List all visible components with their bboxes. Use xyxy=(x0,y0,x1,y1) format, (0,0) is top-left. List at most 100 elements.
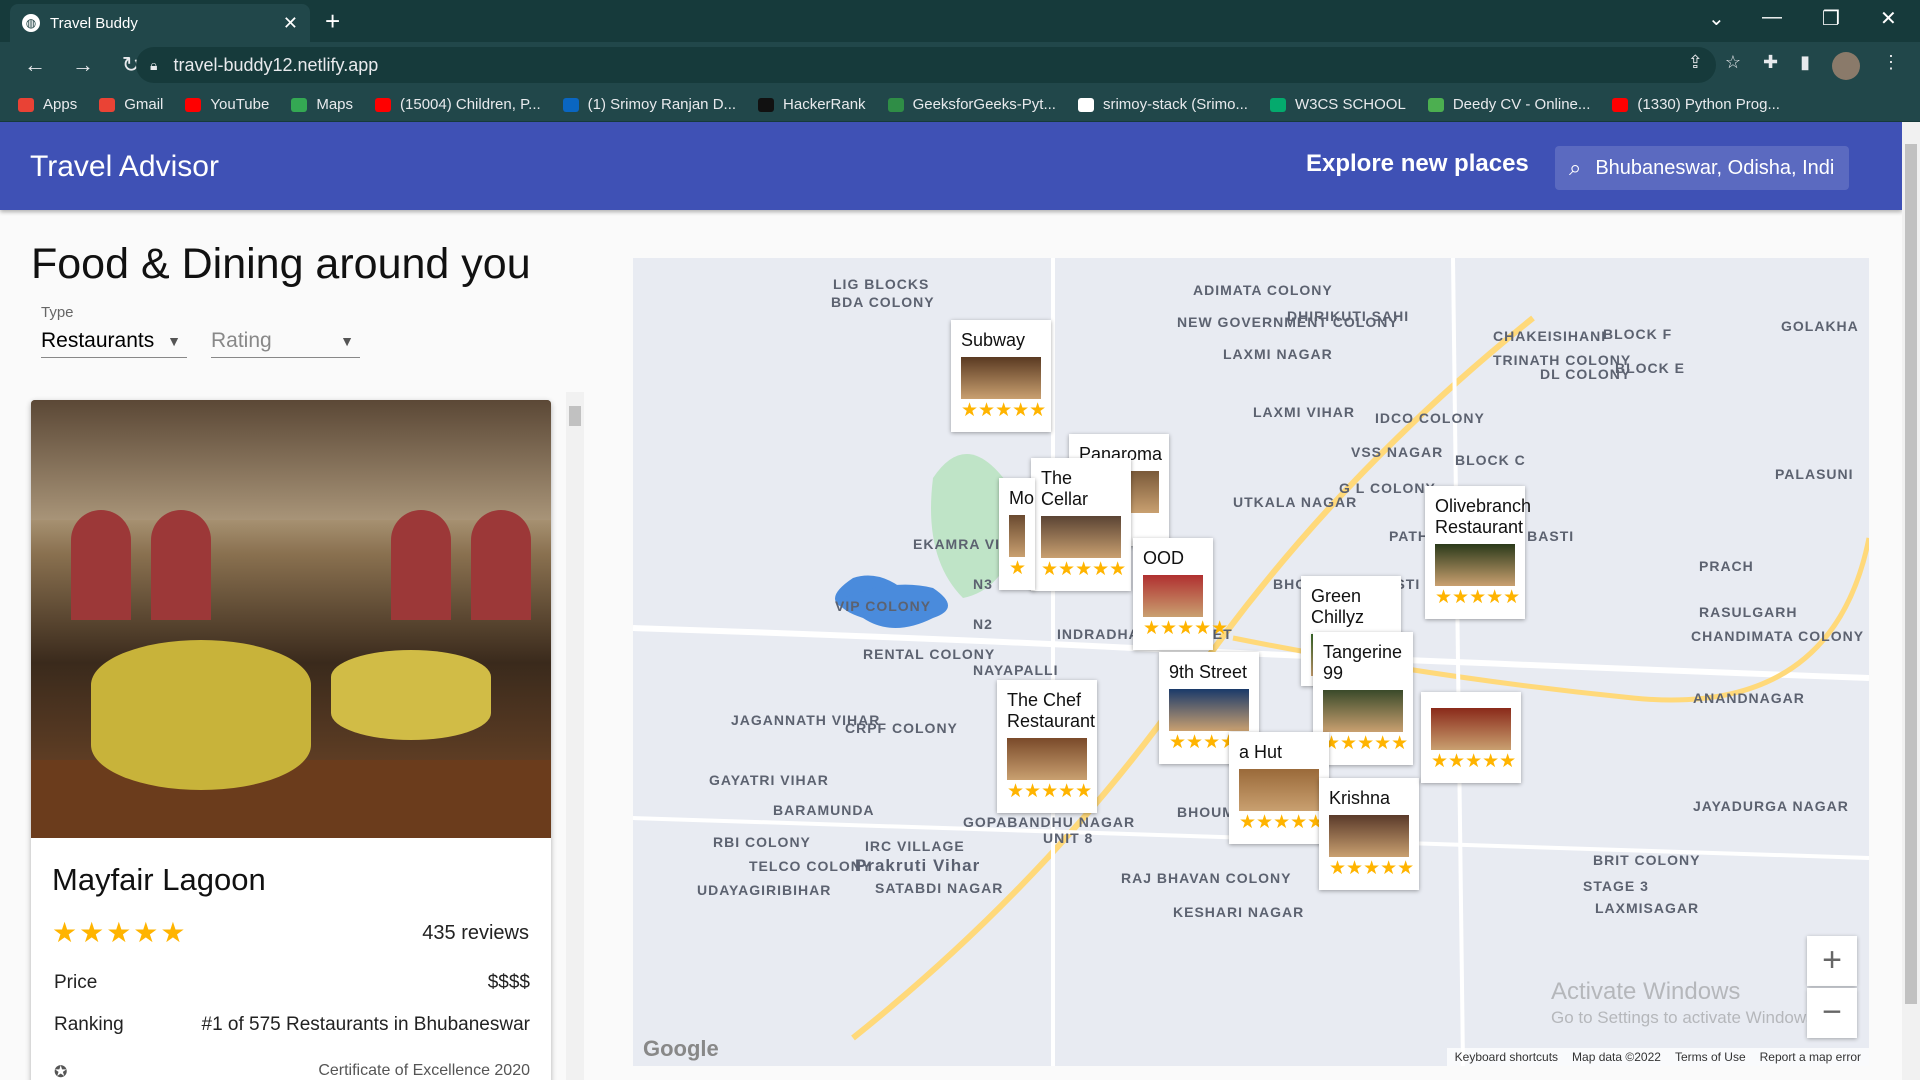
map-place-pin[interactable]: Olivebranch Restaurant ★★★★★ xyxy=(1425,486,1531,619)
explore-label: Explore new places xyxy=(1306,150,1529,177)
bookmarks-bar: Apps Gmail YouTube Maps (15004) Children, P.… xyxy=(0,88,1920,122)
map-place-pin[interactable]: ★★★★★ xyxy=(1421,692,1521,783)
lock-icon: 🔒︎ xyxy=(150,56,158,73)
search-input[interactable] xyxy=(1595,156,1836,180)
bookmark-icon xyxy=(1269,97,1286,112)
bookmark-item[interactable]: srimoy-stack (Srimo... xyxy=(1077,96,1248,113)
place-card[interactable]: Mayfair Lagoon ★★★★★ 435 reviews Price $… xyxy=(31,400,551,1080)
map-footer-link[interactable]: Keyboard shortcuts xyxy=(1455,1050,1558,1064)
bookmark-item[interactable]: Maps xyxy=(291,96,353,113)
extensions-icon[interactable]: ✚ xyxy=(1763,52,1778,80)
map-area-label: GOLAKHA xyxy=(1781,318,1859,334)
browser-tabstrip: ◍ Travel Buddy ✕ + ⌄ — ❐ ✕ xyxy=(0,0,1920,42)
toolbar-icons: ⇪ ☆ ✚ ▮ ⋮ xyxy=(1688,52,1900,80)
map-area-label: BLOCK E xyxy=(1615,360,1685,376)
tab-title: Travel Buddy xyxy=(50,14,138,32)
zoom-in-button[interactable]: + xyxy=(1807,936,1857,986)
map-place-pin[interactable]: Mo ★ xyxy=(999,478,1035,590)
share-icon[interactable]: ⇪ xyxy=(1688,52,1703,80)
map-footer-link[interactable]: Map data ©2022 xyxy=(1572,1050,1661,1064)
map-area-label: N2 xyxy=(973,616,993,632)
zoom-out-button[interactable]: − xyxy=(1807,988,1857,1038)
map-footer-link[interactable]: Terms of Use xyxy=(1675,1050,1746,1064)
map-footer-link[interactable]: Report a map error xyxy=(1760,1050,1861,1064)
type-label: Type xyxy=(41,304,74,321)
menu-icon[interactable]: ⋮ xyxy=(1882,52,1900,80)
map-area-label: BARAMUNDA xyxy=(773,802,875,818)
close-tab-icon[interactable]: ✕ xyxy=(283,13,298,34)
activation-watermark-sub: Go to Settings to activate Windows. xyxy=(1551,1008,1820,1027)
web-page: Travel Advisor Explore new places ⌕ Food… xyxy=(0,122,1902,1080)
new-tab-button[interactable]: + xyxy=(325,6,340,37)
page-title: Food & Dining around you xyxy=(31,240,531,288)
map-area-label: UTKALA NAGAR xyxy=(1233,494,1358,510)
price-value: $$$$ xyxy=(487,972,530,993)
bookmark-item[interactable]: HackerRank xyxy=(758,96,866,113)
pin-photo xyxy=(1323,690,1403,732)
map[interactable]: Google Activate Windows Go to Settings t… xyxy=(633,258,1869,1066)
map-place-pin[interactable]: Subway ★★★★★ xyxy=(951,320,1051,432)
pin-stars: ★★★★★ xyxy=(1041,559,1127,580)
back-icon[interactable]: ← xyxy=(22,52,48,78)
rating-select[interactable]: Rating ▼ xyxy=(211,324,360,358)
page-scrollbar[interactable] xyxy=(1902,122,1920,1080)
map-place-pin[interactable]: Krishna ★★★★★ xyxy=(1319,778,1419,890)
tab-search-icon[interactable]: ⌄ xyxy=(1708,6,1725,31)
list-scrollbar[interactable] xyxy=(566,392,584,1080)
pin-name: Subway xyxy=(961,330,1026,350)
profile-avatar[interactable] xyxy=(1832,52,1860,80)
map-place-pin[interactable]: The Cellar ★★★★★ xyxy=(1031,458,1131,591)
map-area-label: UDAYAGIRIBIHAR xyxy=(697,882,832,898)
bookmark-label: GeeksforGeeks-Pyt... xyxy=(912,96,1056,113)
pin-photo xyxy=(1431,708,1511,750)
bookmark-item[interactable]: W3CS SCHOOL xyxy=(1269,96,1406,113)
map-area-label: NAYAPALLI xyxy=(973,662,1059,678)
pin-photo xyxy=(1435,544,1515,586)
map-area-label: BRIT COLONY xyxy=(1593,852,1701,868)
pin-stars: ★ xyxy=(1009,558,1027,579)
bookmark-item[interactable]: YouTube xyxy=(185,96,269,113)
bookmark-item[interactable]: (15004) Children, P... xyxy=(375,96,541,113)
bookmark-item[interactable]: Gmail xyxy=(99,96,163,113)
map-place-pin[interactable]: The Chef Restaurant ★★★★★ xyxy=(997,680,1097,813)
bookmark-icon xyxy=(562,97,579,112)
map-place-pin[interactable]: OOD ★★★★★ xyxy=(1133,538,1228,650)
review-count: 435 reviews xyxy=(422,922,529,944)
pin-photo xyxy=(1329,815,1409,857)
type-select[interactable]: Restaurants ▼ xyxy=(41,324,187,358)
ranking-label: Ranking xyxy=(54,1014,124,1035)
forward-icon[interactable]: → xyxy=(70,52,96,78)
bookmark-icon xyxy=(758,97,775,112)
location-search[interactable]: ⌕ xyxy=(1555,146,1849,190)
bookmark-label: W3CS SCHOOL xyxy=(1294,96,1406,113)
pin-photo xyxy=(1169,689,1249,731)
close-window-icon[interactable]: ✕ xyxy=(1880,6,1897,31)
pin-stars: ★★★★★ xyxy=(1329,858,1415,879)
maximize-icon[interactable]: ❐ xyxy=(1822,6,1840,31)
map-area-label: CRPF COLONY xyxy=(845,720,958,736)
bookmark-icon xyxy=(887,97,904,112)
map-place-pin[interactable]: a Hut ★★★★★ xyxy=(1229,732,1329,844)
bookmark-item[interactable]: (1) Srimoy Ranjan D... xyxy=(562,96,736,113)
map-area-label: ADIMATA COLONY xyxy=(1193,282,1333,298)
map-area-label: BDA COLONY xyxy=(831,294,935,310)
browser-tab[interactable]: ◍ Travel Buddy ✕ xyxy=(10,4,310,42)
bookmark-item[interactable]: Deedy CV - Online... xyxy=(1427,96,1590,113)
map-area-label: JAYADURGA NAGAR xyxy=(1693,798,1849,814)
bookmark-item[interactable]: (1330) Python Prog... xyxy=(1612,96,1780,113)
url-field[interactable]: 🔒︎ travel-buddy12.netlify.app xyxy=(136,47,1716,83)
bookmark-item[interactable]: GeeksforGeeks-Pyt... xyxy=(887,96,1056,113)
bookmark-label: HackerRank xyxy=(783,96,866,113)
map-area-label: SATABDI NAGAR xyxy=(875,880,1004,896)
star-icon[interactable]: ☆ xyxy=(1725,52,1741,80)
sidepanel-icon[interactable]: ▮ xyxy=(1800,52,1810,80)
pin-name: Green Chillyz xyxy=(1311,586,1365,627)
place-photo xyxy=(31,400,551,838)
bookmark-item[interactable]: Apps xyxy=(18,96,77,113)
rating-select-placeholder: Rating xyxy=(211,328,272,352)
map-area-label: PRACH xyxy=(1699,558,1754,574)
minimize-icon[interactable]: — xyxy=(1762,6,1782,29)
map-area-label: KESHARI NAGAR xyxy=(1173,904,1305,920)
pin-stars: ★★★★★ xyxy=(1323,733,1409,754)
map-area-label: RASULGARH xyxy=(1699,604,1798,620)
